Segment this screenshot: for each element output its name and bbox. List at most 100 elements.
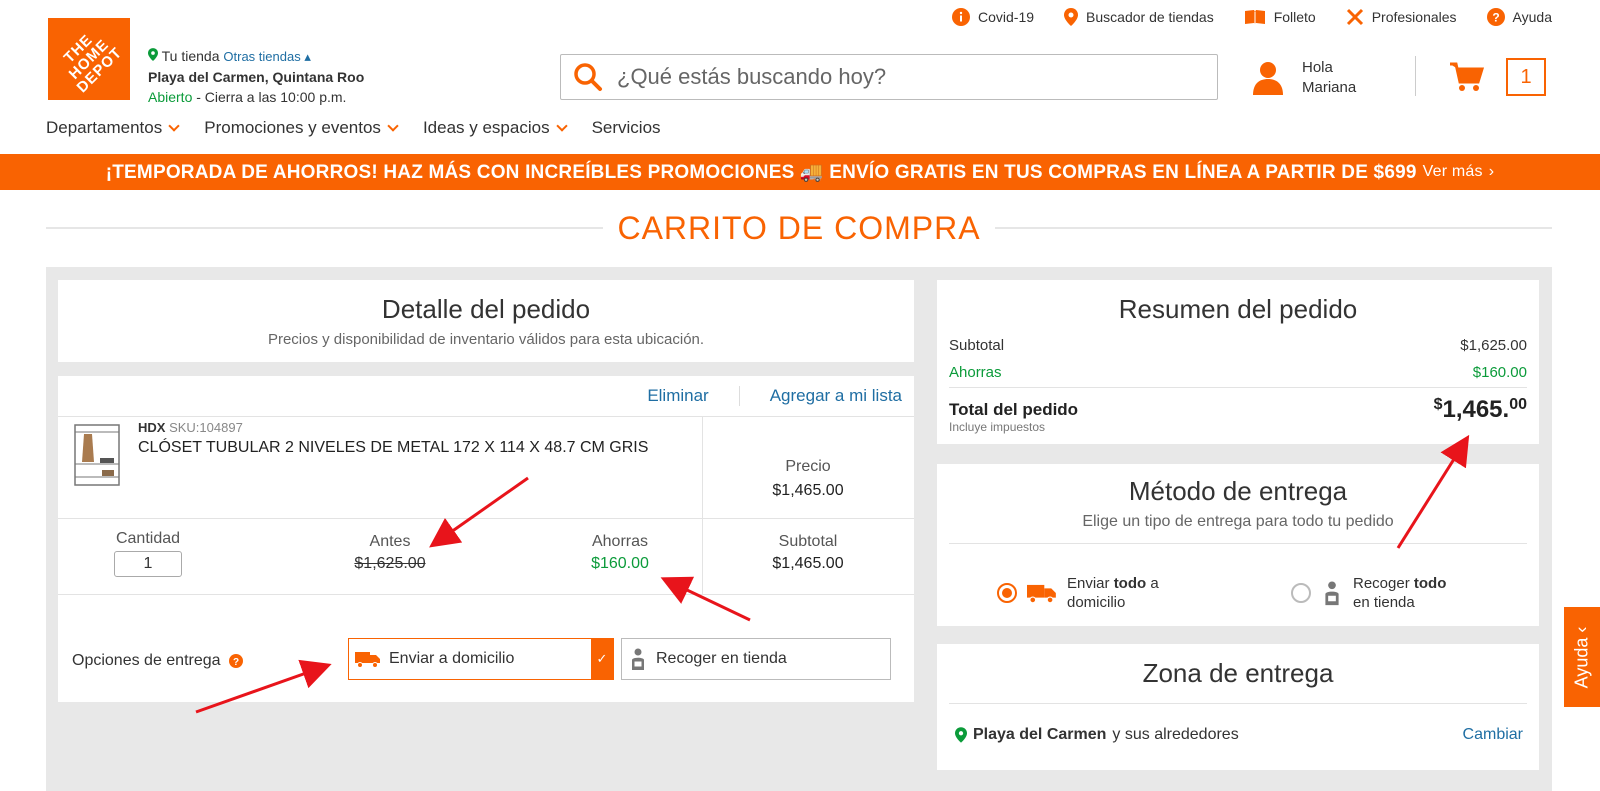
flyer-link[interactable]: Folleto [1244,8,1316,26]
your-store-label: Tu tienda [161,48,220,64]
title-rule-left [46,227,604,229]
search-icon[interactable] [573,62,603,92]
menu-ideas-label: Ideas y espacios [422,118,550,137]
total-label: Total del pedido [949,400,1079,419]
delivery-option-ship[interactable]: Enviar todo a domicilio [997,574,1159,612]
subtotal-value: $1,465.00 [772,555,844,572]
top-utility-nav: Covid-19 Buscador de tiendas Folleto Pro… [952,8,1552,26]
product-name[interactable]: CLÓSET TUBULAR 2 NIVELES DE METAL 172 X … [138,439,648,457]
menu-services-label: Servicios [591,118,661,137]
summary-savings-label: Ahorras [949,364,1002,381]
covid-link[interactable]: Covid-19 [952,8,1034,26]
menu-promotions-label: Promociones y eventos [204,118,381,137]
help-side-tab[interactable]: Ayuda ‹ [1564,607,1600,707]
search-input[interactable]: ¿Qué estás buscando hoy? [617,64,886,90]
delivery-options-label-row: Opciones de entrega ? [72,652,243,670]
quantity-cell: Cantidad 1 [108,530,188,577]
cart-item: Eliminar Agregar a mi lista HDX SKU:1048… [58,376,914,702]
user-name: Mariana [1302,79,1357,96]
zone-city: Playa del Carmen [973,726,1107,743]
store-info: Tu tienda Otras tiendas ▴ Playa del Carm… [148,46,364,107]
ship-radio[interactable] [997,583,1017,603]
other-stores-link[interactable]: Otras tiendas [223,49,300,64]
main-menu: Departamentos Promociones y eventos Idea… [46,118,661,138]
summary-savings-value: $160.00 [1472,364,1527,381]
cart-link[interactable]: 1 [1450,58,1546,96]
chevron-up-icon[interactable]: ▴ [301,49,311,64]
zone-rest: y sus alrededores [1112,726,1239,743]
menu-departments[interactable]: Departamentos [46,118,180,138]
search-bar[interactable]: ¿Qué estás buscando hoy? [560,54,1218,100]
order-summary: Resumen del pedido Subtotal $1,625.00 Ah… [937,280,1539,444]
page-title-bar: CARRITO DE COMPRA [46,208,1553,248]
user-greeting: Hola [1302,59,1333,76]
promo-banner-text: ¡TEMPORADA DE AHORROS! HAZ MÁS CON INCRE… [105,162,1417,183]
logo-text: THE HOME DEPOT [60,30,126,96]
product-meta: HDX SKU:104897 [138,420,243,435]
zone-location: Playa del Carmen y sus alrededores [955,726,1239,744]
see-more-link[interactable]: Ver más [1423,163,1483,181]
pickup-option-label: Recoger en tienda [656,650,787,667]
store-name: Playa del Carmen, Quintana Roo [148,69,365,85]
promo-banner[interactable]: ¡TEMPORADA DE AHORROS! HAZ MÁS CON INCRE… [0,154,1600,190]
row-divider [58,416,914,417]
chevron-down-icon [168,120,180,132]
pickup-option-text-b: todo [1413,575,1447,592]
pickup-option-text-a: Recoger [1353,575,1414,592]
chevron-down-icon [387,120,399,132]
summary-subtotal-row: Subtotal $1,625.00 [949,337,1527,354]
user-icon [1253,62,1283,95]
cart-icon [1450,62,1484,91]
pros-link[interactable]: Profesionales [1346,8,1457,26]
help-link[interactable]: ? Ayuda [1486,8,1552,26]
total-main: 1,465. [1442,396,1510,423]
delivery-option-pickup[interactable]: Recoger todo en tienda [1291,574,1446,612]
store-pin-icon [148,48,158,61]
item-actions: Eliminar Agregar a mi lista [647,386,902,406]
before-price: $1,625.00 [354,555,426,572]
row-divider [58,518,914,519]
location-pin-icon [1064,8,1079,26]
home-depot-logo[interactable]: THE HOME DEPOT [48,18,130,100]
store-finder-label: Buscador de tiendas [1086,9,1214,25]
change-zone-link[interactable]: Cambiar [1463,726,1523,744]
order-detail-title: Detalle del pedido [381,294,591,324]
total-cents: 00 [1509,396,1527,413]
checkmark-icon: ✓ [591,639,613,679]
total-amount: $1,465.00 [1434,396,1527,424]
chevron-right-icon: › [1488,163,1495,180]
ship-option-text-b: todo [1113,575,1147,592]
tools-icon [1346,8,1363,26]
cart-count-badge[interactable]: 1 [1506,58,1546,96]
menu-ideas[interactable]: Ideas y espacios [422,118,568,138]
pickup-in-store-option[interactable]: Recoger en tienda [621,638,891,680]
taxes-note: Incluye impuestos [949,420,1046,434]
menu-promotions[interactable]: Promociones y eventos [204,118,399,138]
subtotal-label: Subtotal [778,533,838,550]
header-divider [1415,56,1416,96]
before-label: Antes [369,533,411,550]
pros-label: Profesionales [1371,9,1457,25]
covid-label: Covid-19 [978,9,1035,25]
truck-icon [1027,584,1056,604]
chevron-down-icon [555,120,568,132]
pickup-radio[interactable] [1291,583,1311,603]
quantity-input[interactable]: 1 [114,551,182,577]
user-account[interactable]: Hola Mariana [1252,58,1356,98]
menu-services[interactable]: Servicios [592,118,661,138]
order-detail-subtitle: Precios y disponibilidad de inventario v… [267,331,705,348]
help-tab-label: Ayuda [1571,637,1592,688]
summary-subtotal-value: $1,625.00 [1460,337,1527,354]
product-image[interactable] [72,422,122,490]
help-icon[interactable]: ? [228,654,243,668]
summary-title: Resumen del pedido [1118,294,1358,324]
savings-label: Ahorras [591,533,649,550]
summary-savings-row: Ahorras $160.00 [949,364,1527,388]
store-finder-link[interactable]: Buscador de tiendas [1064,8,1214,26]
delivery-zone: Zona de entrega Playa del Carmen y sus a… [937,644,1539,770]
ship-option-text-c: a [1146,575,1159,592]
add-to-list-link[interactable]: Agregar a mi lista [770,386,902,406]
ship-to-home-option[interactable]: Enviar a domicilio ✓ [348,638,614,680]
product-sku: SKU:104897 [169,420,243,435]
remove-item-link[interactable]: Eliminar [647,386,708,406]
